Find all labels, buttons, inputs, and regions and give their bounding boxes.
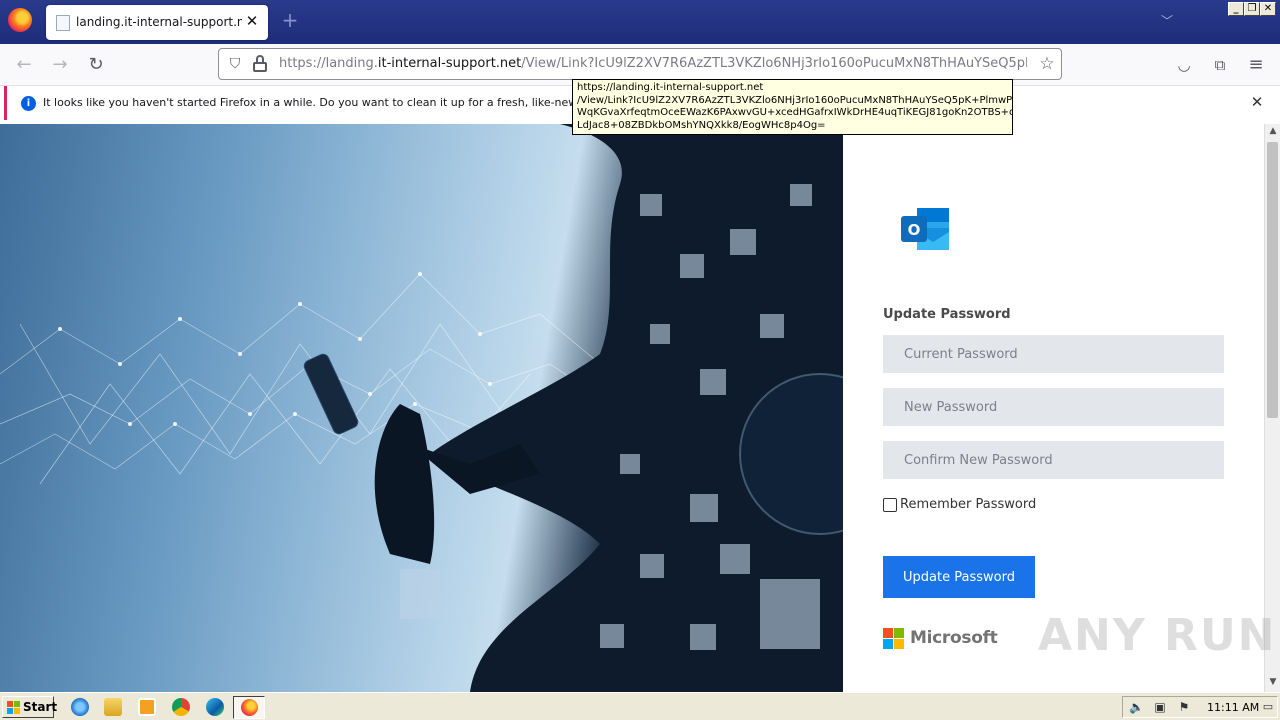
current-password-input[interactable] xyxy=(883,335,1224,373)
outlook-letter: O xyxy=(908,221,921,239)
hero-illustration xyxy=(0,124,843,692)
folder-icon[interactable] xyxy=(104,698,122,716)
page-icon xyxy=(56,15,70,31)
page-content: O Update Password Remember Password Upda… xyxy=(0,124,1264,692)
start-button[interactable]: Start xyxy=(2,696,58,718)
taskbar: Start 🔈 ▣ ⚑ 11:11 AM ▭ xyxy=(0,692,1280,720)
flag-icon[interactable]: ⚑ xyxy=(1177,700,1191,714)
url-path: /View/Link?IcU9lZ2XV7R6AzZTL3VKZlo6NHj3r… xyxy=(521,56,1027,71)
restore-button[interactable]: ❐ xyxy=(1244,2,1260,16)
tab-strip: landing.it-internal-support.net/Vie ✕ + … xyxy=(0,0,1280,44)
update-password-button[interactable]: Update Password xyxy=(883,556,1035,598)
form-heading: Update Password xyxy=(883,307,1011,322)
tooltip-line: WqKGvaXrfeqtmOceEWazK6PAxwvGU+xcedHGafrx… xyxy=(577,107,1013,118)
chevron-down-icon[interactable]: ﹀ xyxy=(1158,12,1176,30)
browser-tab[interactable]: landing.it-internal-support.net/Vie ✕ xyxy=(46,5,268,40)
back-arrow-icon[interactable]: ← xyxy=(12,53,36,77)
forward-arrow-icon[interactable]: → xyxy=(48,53,72,77)
tooltip-line: /View/Link?IcU9lZ2XV7R6AzZTL3VKZlo6NHj3r… xyxy=(577,94,1013,106)
info-icon: i xyxy=(21,96,36,111)
close-window-button[interactable]: ✕ xyxy=(1260,2,1276,16)
login-panel: O Update Password Remember Password Upda… xyxy=(843,124,1264,692)
shield-icon[interactable]: ⛉ xyxy=(227,56,243,72)
ie-icon[interactable] xyxy=(71,698,89,716)
watermark: ANY RUN xyxy=(1038,610,1277,661)
new-password-input[interactable] xyxy=(883,388,1224,426)
pocket-icon[interactable]: ◡ xyxy=(1172,53,1196,77)
new-tab-icon[interactable]: + xyxy=(280,10,300,30)
tooltip-line: LdJac8+08ZBDkbOMshYNQXkk8/EogWHc8p4Og= xyxy=(577,119,826,131)
scroll-thumb[interactable] xyxy=(1267,142,1278,418)
taskbar-firefox-button[interactable] xyxy=(233,696,265,719)
microsoft-wordmark: Microsoft xyxy=(910,628,998,648)
network-icon[interactable]: ▣ xyxy=(1153,700,1167,714)
confirm-password-input[interactable] xyxy=(883,441,1224,479)
url-tooltip: https://landing.it-internal-support.net … xyxy=(572,79,1013,135)
scroll-up-icon[interactable]: ▲ xyxy=(1265,126,1280,138)
remember-password-label[interactable]: Remember Password xyxy=(900,497,1036,512)
notification-text: It looks like you haven't started Firefo… xyxy=(43,96,648,109)
show-desktop-icon[interactable]: ▭ xyxy=(1261,700,1275,714)
reload-icon[interactable]: ↻ xyxy=(84,53,108,77)
volume-icon[interactable]: 🔈 xyxy=(1129,700,1144,714)
clock: 11:11 AM xyxy=(1207,701,1260,714)
tooltip-line: https://landing.it-internal-support.net xyxy=(577,82,764,93)
hero-image xyxy=(0,124,843,692)
close-icon[interactable]: ✕ xyxy=(1249,94,1265,110)
star-icon[interactable]: ☆ xyxy=(1037,54,1057,74)
system-tray: 🔈 ▣ ⚑ 11:11 AM ▭ xyxy=(1122,696,1278,718)
url-domain: it-internal-support.net xyxy=(377,56,522,71)
start-label: Start xyxy=(23,700,58,714)
page-scrollbar[interactable]: ▲ ▼ xyxy=(1264,124,1280,692)
menu-icon[interactable]: ≡ xyxy=(1244,53,1268,77)
url-prefix: https://landing. xyxy=(279,56,378,71)
chrome-icon[interactable] xyxy=(172,698,190,716)
extensions-icon[interactable]: ⧉ xyxy=(1208,53,1232,77)
lock-icon[interactable] xyxy=(253,55,267,73)
url-text[interactable]: https://landing.it-internal-support.net/… xyxy=(279,56,1027,71)
outlook-icon: O xyxy=(901,208,949,250)
microsoft-logo-icon xyxy=(883,628,905,650)
windows-flag-icon xyxy=(7,701,20,714)
media-icon[interactable] xyxy=(138,698,156,716)
url-bar[interactable]: ⛉ https://landing.it-internal-support.ne… xyxy=(218,48,1062,80)
scroll-down-icon[interactable]: ▼ xyxy=(1265,677,1280,689)
firefox-icon xyxy=(241,699,258,716)
firefox-icon[interactable] xyxy=(8,8,32,32)
minimize-button[interactable]: _ xyxy=(1228,2,1244,16)
close-icon[interactable]: ✕ xyxy=(244,13,260,29)
tab-title: landing.it-internal-support.net/Vie xyxy=(76,15,242,29)
remember-password-checkbox[interactable] xyxy=(883,498,897,512)
edge-icon[interactable] xyxy=(206,698,224,716)
